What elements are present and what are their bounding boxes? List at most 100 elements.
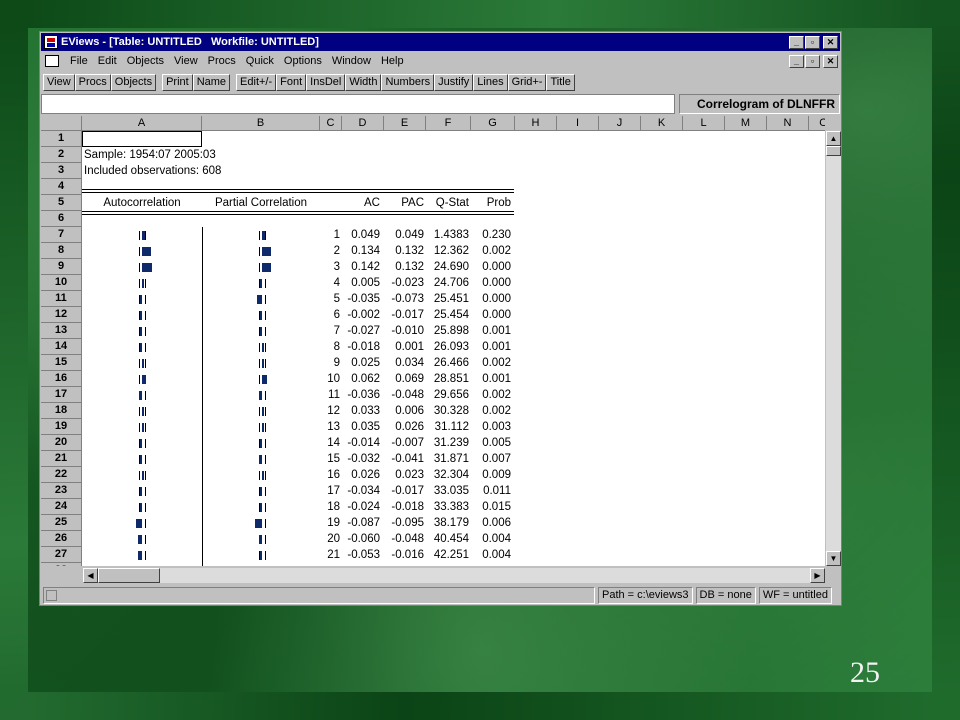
pac-bar: [262, 231, 265, 240]
menu-help[interactable]: Help: [376, 55, 409, 67]
close-button[interactable]: ✕: [823, 35, 838, 49]
qstat-value: 26.466: [433, 357, 469, 369]
doc-restore-button[interactable]: ▫: [805, 54, 820, 68]
row-header-4[interactable]: 4: [41, 179, 82, 195]
print-button[interactable]: Print: [162, 73, 193, 91]
selected-cell-a1[interactable]: [82, 131, 202, 147]
scroll-left-icon[interactable]: ◀: [83, 568, 98, 583]
prob-value: 0.004: [482, 533, 511, 545]
row-header-13[interactable]: 13: [41, 323, 82, 339]
menu-window[interactable]: Window: [327, 55, 376, 67]
font-button[interactable]: Font: [276, 73, 307, 91]
ac-bar: [140, 455, 142, 464]
row-header-7[interactable]: 7: [41, 227, 82, 243]
row-header-27[interactable]: 27: [41, 547, 82, 563]
horizontal-scrollbar[interactable]: ◀ ▶: [83, 568, 825, 583]
title-bar[interactable]: EViews - [Table: UNTITLED Workfile: UNTI…: [41, 33, 840, 51]
row-header-14[interactable]: 14: [41, 339, 82, 355]
ac-bound-mark: [145, 295, 146, 304]
row-header-23[interactable]: 23: [41, 483, 82, 499]
vertical-scrollbar[interactable]: ▲ ▼: [826, 131, 841, 566]
row-header-18[interactable]: 18: [41, 403, 82, 419]
menu-procs[interactable]: Procs: [203, 55, 241, 67]
width-button[interactable]: Width: [345, 73, 382, 91]
column-header-h[interactable]: H: [515, 116, 557, 131]
grid-corner[interactable]: [41, 116, 82, 131]
objects-button[interactable]: Objects: [110, 73, 157, 91]
row-header-1[interactable]: 1: [41, 131, 82, 147]
menu-view[interactable]: View: [169, 55, 203, 67]
row-header-6[interactable]: 6: [41, 211, 82, 227]
column-header-a[interactable]: A: [82, 116, 202, 131]
row-header-2[interactable]: 2: [41, 147, 82, 163]
row-header-11[interactable]: 11: [41, 291, 82, 307]
row-header-8[interactable]: 8: [41, 243, 82, 259]
qstat-value: 26.093: [433, 341, 469, 353]
title-button[interactable]: Title: [546, 73, 575, 91]
menu-file[interactable]: File: [65, 55, 93, 67]
scroll-down-icon[interactable]: ▼: [826, 551, 841, 566]
ac-value: -0.002: [347, 309, 380, 321]
column-header-n[interactable]: N: [767, 116, 809, 131]
view-button[interactable]: View: [43, 73, 75, 91]
row-header-21[interactable]: 21: [41, 451, 82, 467]
procs-button[interactable]: Procs: [74, 73, 111, 91]
document-icon[interactable]: [45, 55, 59, 67]
row-header-15[interactable]: 15: [41, 355, 82, 371]
row-header-25[interactable]: 25: [41, 515, 82, 531]
pac-bar: [257, 295, 262, 304]
column-header-l[interactable]: L: [683, 116, 725, 131]
ac-value: 0.005: [351, 277, 380, 289]
menu-options[interactable]: Options: [279, 55, 327, 67]
vertical-scroll-thumb[interactable]: [826, 146, 841, 156]
numbers-button[interactable]: Numbers: [381, 73, 435, 91]
minimize-button[interactable]: _: [789, 35, 804, 49]
restore-button[interactable]: ▫: [805, 35, 820, 49]
header-ac: AC: [364, 197, 380, 209]
row-header-22[interactable]: 22: [41, 467, 82, 483]
edit-toggle-button[interactable]: Edit+/-: [236, 73, 277, 91]
ac-bar: [140, 503, 142, 512]
row-header-5[interactable]: 5: [41, 195, 82, 211]
column-header-k[interactable]: K: [641, 116, 683, 131]
column-header-b[interactable]: B: [202, 116, 320, 131]
scroll-right-icon[interactable]: ▶: [810, 568, 825, 583]
justify-button[interactable]: Justify: [434, 73, 474, 91]
row-header-26[interactable]: 26: [41, 531, 82, 547]
spreadsheet-grid[interactable]: ABCDEFGHIJKLMNO 1 2 3 4 5 6 7 8 9 10 11 12 13 14 15 16 1…: [41, 116, 825, 566]
row-header-24[interactable]: 24: [41, 499, 82, 515]
cell-edit-field[interactable]: [41, 94, 675, 114]
rule-mid-1: [82, 211, 514, 212]
column-header-e[interactable]: E: [384, 116, 426, 131]
lines-button[interactable]: Lines: [473, 73, 508, 91]
scroll-up-icon[interactable]: ▲: [826, 131, 841, 146]
column-header-f[interactable]: F: [426, 116, 471, 131]
name-button[interactable]: Name: [192, 73, 231, 91]
row-header-9[interactable]: 9: [41, 259, 82, 275]
column-header-g[interactable]: G: [471, 116, 515, 131]
row-header-12[interactable]: 12: [41, 307, 82, 323]
row-header-17[interactable]: 17: [41, 387, 82, 403]
horizontal-scroll-thumb[interactable]: [98, 568, 160, 583]
column-header-d[interactable]: D: [342, 116, 384, 131]
doc-close-button[interactable]: ✕: [823, 54, 838, 68]
column-header-c[interactable]: C: [320, 116, 342, 131]
doc-minimize-button[interactable]: _: [789, 54, 804, 68]
menu-quick[interactable]: Quick: [241, 55, 279, 67]
lag-value: 14: [327, 437, 340, 449]
menu-objects[interactable]: Objects: [122, 55, 169, 67]
row-header-16[interactable]: 16: [41, 371, 82, 387]
grid-toggle-button[interactable]: Grid+-: [507, 73, 547, 91]
row-header-3[interactable]: 3: [41, 163, 82, 179]
column-header-i[interactable]: I: [557, 116, 599, 131]
column-header-m[interactable]: M: [725, 116, 767, 131]
row-header-10[interactable]: 10: [41, 275, 82, 291]
insdel-button[interactable]: InsDel: [306, 73, 346, 91]
eviews-app-icon[interactable]: [44, 35, 58, 49]
row-header-28[interactable]: 28: [41, 563, 82, 566]
column-header-o[interactable]: O: [809, 116, 825, 131]
column-header-j[interactable]: J: [599, 116, 641, 131]
row-header-20[interactable]: 20: [41, 435, 82, 451]
row-header-19[interactable]: 19: [41, 419, 82, 435]
menu-edit[interactable]: Edit: [93, 55, 122, 67]
